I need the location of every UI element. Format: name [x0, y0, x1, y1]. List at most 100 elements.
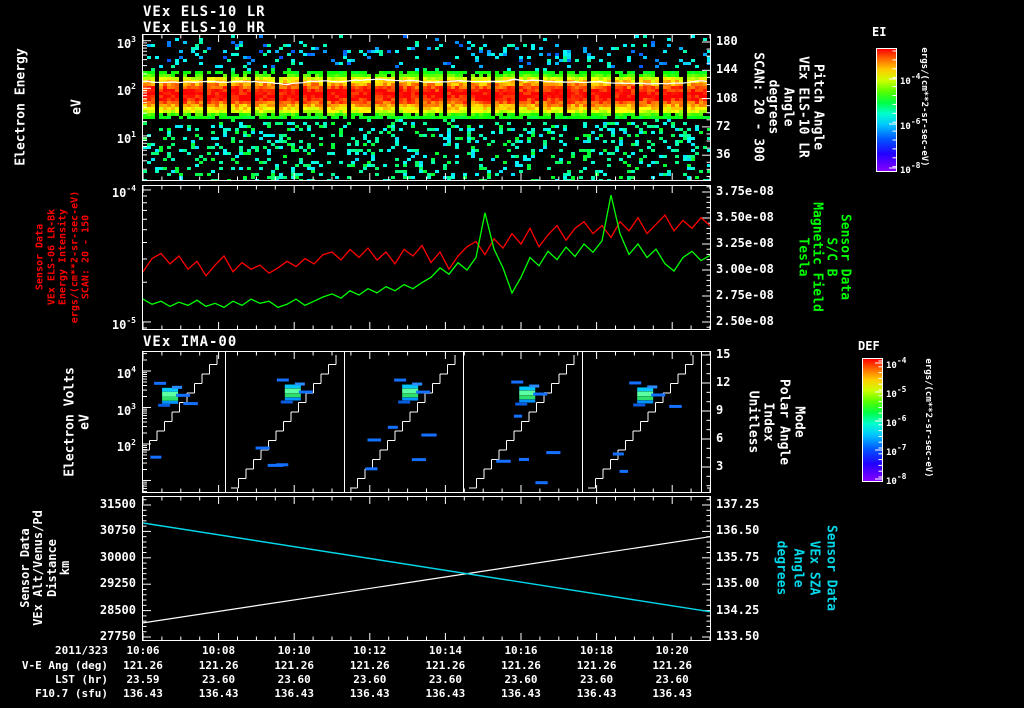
x-axis-time-label: 10:10: [277, 644, 311, 657]
panel3-title: VEx IMA-00: [143, 334, 238, 350]
footer-value: 23.60: [202, 673, 236, 686]
y-axis-tick-label: 3.25e-08: [716, 236, 774, 250]
panel3-right-axis-label: Polar Angle: [776, 378, 792, 466]
panel1-spectrogram: [142, 34, 711, 181]
y-axis-tick-label: 144: [716, 62, 738, 77]
y-axis-tick-label: 3: [716, 459, 724, 473]
y-axis-tick-label: 135.75: [716, 549, 760, 564]
panel1-right-axis-label: Angle: [780, 87, 796, 127]
footer-row-label: V-E Ang (deg): [21, 659, 108, 672]
colorbar2-units: ergs/(cm**2-sr-sec-eV): [923, 358, 933, 478]
vex-quicklook-plot: VEx ELS-10 LR VEx ELS-10 HR VEx IMA-00 E…: [0, 0, 1024, 708]
colorbar1-units: ergs/(cm**2-sr-sec-eV): [919, 47, 929, 167]
panel3-right-axis-label: Index: [760, 402, 776, 442]
y-axis-tick-label: 108: [716, 90, 738, 105]
footer-value: 121.26: [576, 659, 617, 672]
panel1-left-axis-label: eV: [69, 99, 85, 115]
footer-value: 23.60: [655, 673, 689, 686]
footer-value: 136.43: [349, 687, 390, 700]
colorbar1-tick-label: 10-8: [900, 161, 921, 176]
panel4-left-axis-label: VEx Alt/Venus/Pd: [31, 510, 46, 626]
colorbar1-tick-label: 10-6: [900, 116, 921, 132]
y-axis-tick-label: 10-5: [111, 316, 136, 332]
footer-value: 136.43: [123, 687, 163, 700]
footer-value: 121.26: [652, 659, 693, 672]
footer-value: 136.43: [425, 687, 466, 700]
y-axis-tick-label: 101: [116, 129, 136, 146]
panel2-right-axis-label: S/C B: [823, 237, 839, 277]
panel1-right-axis-label: Pitch Angle: [810, 63, 826, 151]
x-axis-time-label: 10:20: [655, 644, 689, 657]
x-axis-time-label: 10:18: [580, 644, 614, 657]
colorbar2-title: DEF: [858, 339, 880, 353]
x-axis-time-label: 10:16: [504, 644, 538, 657]
y-axis-tick-label: 136.50: [716, 523, 760, 538]
colorbar1-ei: [876, 48, 897, 172]
panel2-lineplot: [142, 185, 711, 330]
y-axis-tick-label: 135.00: [716, 576, 760, 591]
series-line: [143, 194, 710, 309]
panel1-left-axis-label: Electron Energy: [13, 48, 29, 166]
y-axis-tick-label: 2.75e-08: [716, 288, 774, 302]
panel4-right-axis-label: VEx SZA: [806, 540, 822, 596]
series-line: [143, 536, 710, 624]
colorbar2-tick-label: 10-6: [886, 414, 907, 429]
footer-value: 136.43: [198, 687, 239, 700]
panel3-left-axis-label: eV: [77, 414, 92, 430]
y-axis-tick-label: 36: [716, 147, 731, 162]
panel1-right-axis-label: SCAN: 20 - 300: [750, 52, 766, 162]
y-axis-tick-label: 102: [116, 82, 136, 99]
panel2-left-axis-label: Energy Intensity: [57, 208, 69, 306]
panel2-right-axis-label: Sensor Data: [837, 213, 853, 301]
x-axis-time-label: 10:12: [353, 644, 387, 657]
series-line: [143, 522, 710, 613]
footer-value: 121.26: [425, 659, 466, 672]
y-axis-tick-label: 15: [716, 347, 731, 361]
colorbar1-ticks: [889, 50, 896, 169]
panel4-series-svg: [143, 497, 710, 640]
y-axis-tick-label: 104: [116, 365, 136, 381]
footer-value: 23.59: [126, 673, 160, 686]
footer-value: 136.43: [274, 687, 315, 700]
footer-value: 136.43: [652, 687, 693, 700]
panel2-left-axis-label: ergs/(cm**2-sr-sec-eV): [69, 190, 80, 324]
y-axis-tick-label: 2.50e-08: [716, 314, 774, 328]
footer-value: 136.43: [501, 687, 541, 700]
y-axis-tick-label: 28500: [99, 602, 136, 617]
panel4-lineplot: [142, 496, 711, 641]
footer-value: 23.60: [277, 673, 311, 686]
colorbar2-tick-label: 10-5: [886, 385, 907, 400]
panel3-spectrogram: [142, 351, 711, 493]
y-axis-tick-label: 31500: [99, 497, 136, 511]
panel2-series-svg: [143, 186, 710, 329]
panel3-right-axis-label: Mode: [791, 406, 807, 438]
y-axis-tick-label: 3.75e-08: [716, 184, 774, 198]
footer-value: 23.60: [504, 673, 538, 686]
panel2-left-axis-label: SCAN: 20 - 150: [80, 214, 92, 300]
y-axis-tick-label: 27750: [99, 629, 136, 643]
panel2-right-axis-label: Magnetic Field: [809, 202, 825, 312]
panel2-left-axis-label: Sensor Data: [34, 223, 46, 291]
panel1-right-axis-label: degrees: [765, 79, 781, 135]
y-axis-tick-label: 137.25: [716, 497, 760, 511]
y-axis-tick-label: 72: [716, 118, 731, 133]
x-axis-time-label: 10:14: [428, 644, 462, 657]
y-axis-tick-label: 3.00e-08: [716, 262, 774, 276]
panel4-right-axis-label: Angle: [790, 548, 806, 588]
y-axis-tick-label: 6: [716, 431, 724, 445]
colorbar1-tick-label: 10-4: [900, 72, 921, 87]
y-axis-tick-label: 10-4: [111, 184, 136, 200]
footer-row-label: F10.7 (sfu): [35, 687, 108, 700]
y-axis-tick-label: 30750: [99, 523, 136, 538]
panel1-ticks: [143, 35, 710, 180]
y-axis-tick-label: 12: [716, 375, 731, 389]
y-axis-tick-label: 134.25: [716, 602, 760, 617]
footer-value: 121.26: [198, 659, 239, 672]
y-axis-tick-label: 3.50e-08: [716, 210, 774, 224]
panel4-left-axis-label: Distance: [44, 539, 59, 597]
footer-value: 121.26: [501, 659, 541, 672]
panel2-left-axis-label: VEx ELS-06 LR-Bk: [46, 208, 57, 306]
y-axis-tick-label: 102: [116, 438, 136, 454]
panel2-right-axis-label: Tesla: [795, 237, 811, 277]
y-axis-tick-label: 9: [716, 403, 724, 417]
